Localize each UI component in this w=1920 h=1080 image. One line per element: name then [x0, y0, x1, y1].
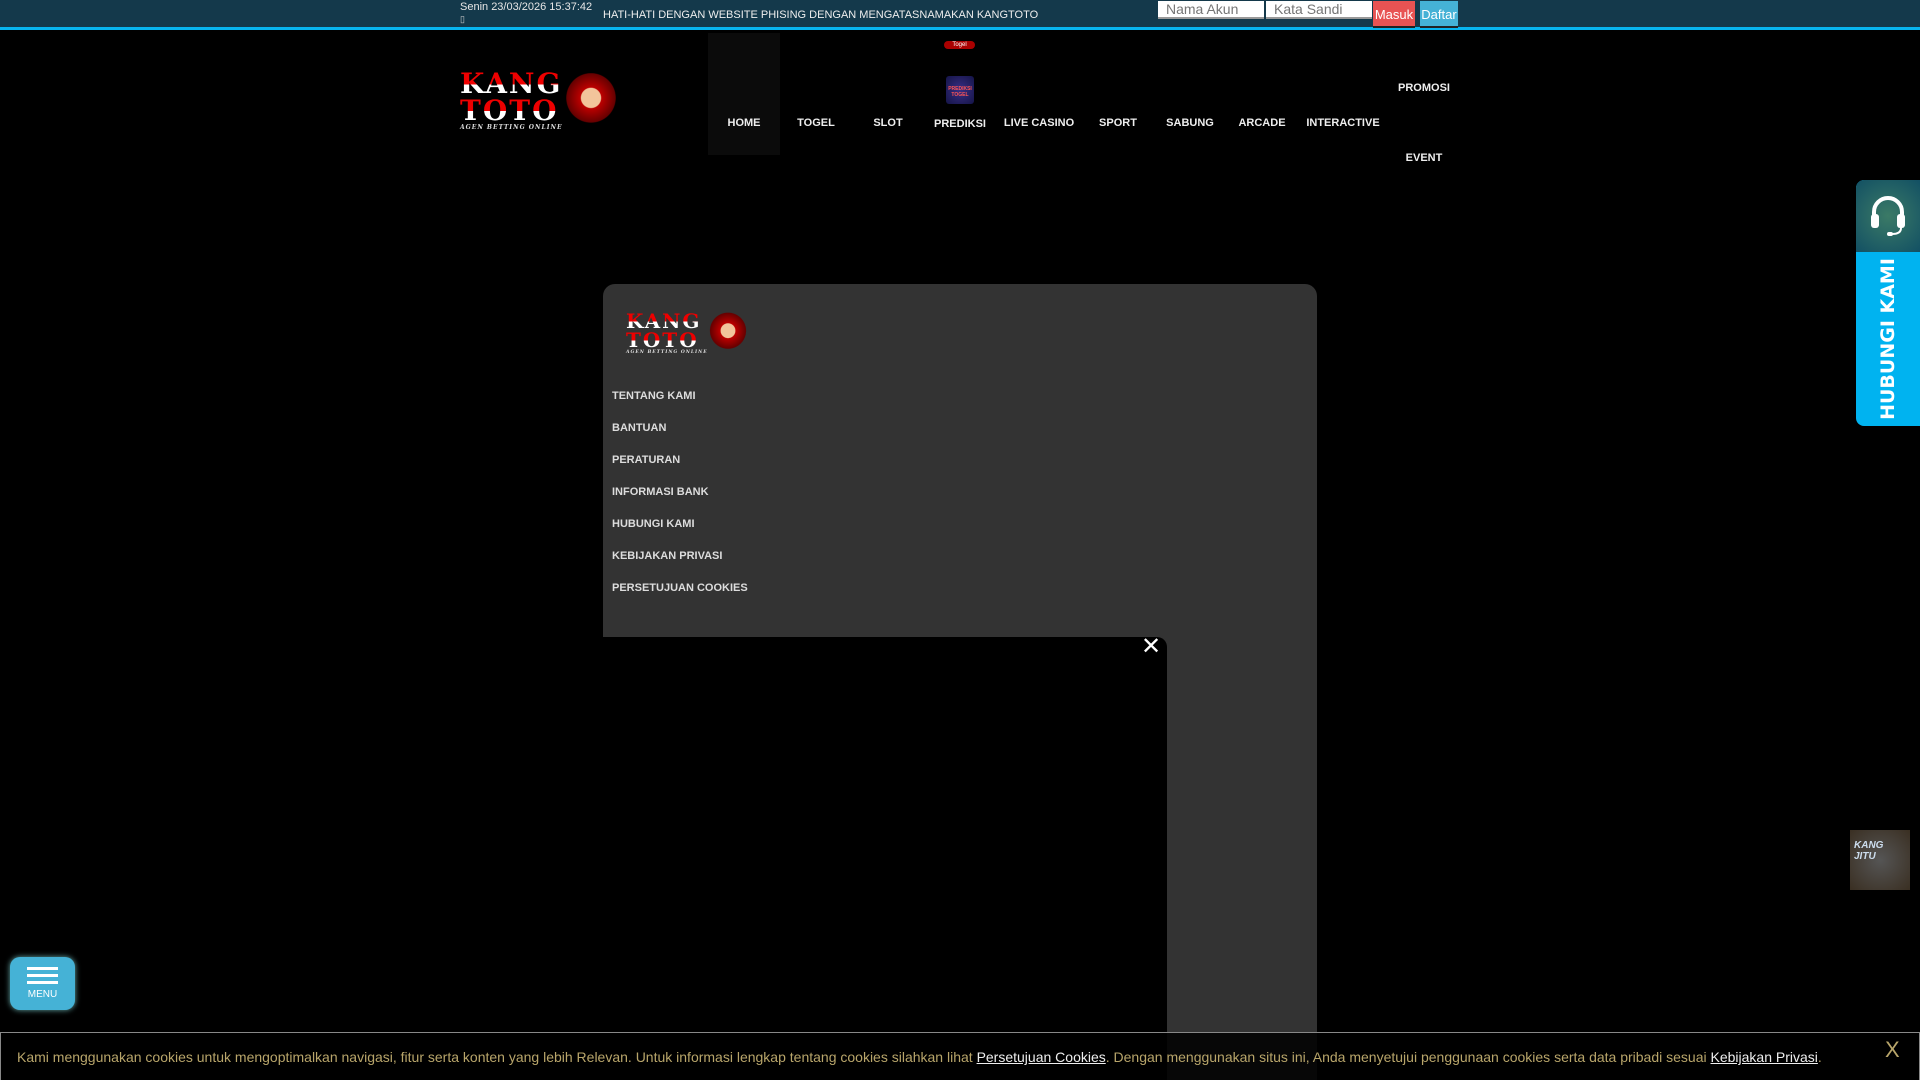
- cookie-close-icon[interactable]: X: [1885, 1037, 1900, 1063]
- nav-sabung[interactable]: SABUNG: [1166, 117, 1214, 129]
- video-popup: [603, 637, 1167, 1080]
- nav-prediksi[interactable]: PREDIKSI: [934, 118, 986, 130]
- phishing-warning: HATI-HATI DENGAN WEBSITE PHISING DENGAN …: [603, 9, 1039, 21]
- logo-line2: TOTO: [460, 96, 563, 125]
- menu-button[interactable]: MENU: [10, 957, 75, 1010]
- privacy-policy-link[interactable]: Kebijakan Privasi: [1711, 1049, 1818, 1065]
- panel-logo[interactable]: KANG TOTO AGEN BETTING ONLINE: [626, 310, 748, 356]
- datetime: Senin 23/03/2026 15:37:42: [460, 1, 593, 13]
- login-button[interactable]: Masuk: [1373, 1, 1415, 28]
- cookie-banner: Kami menggunakan cookies untuk mengoptim…: [0, 1032, 1920, 1080]
- menu-persetujuan-cookies[interactable]: PERSETUJUAN COOKIES: [612, 582, 748, 594]
- kang-jitu-banner[interactable]: KANG JITU: [1850, 830, 1910, 890]
- video-close-icon[interactable]: ✕: [1141, 632, 1161, 661]
- menu-bantuan[interactable]: BANTUAN: [612, 422, 666, 434]
- menu-kebijakan-privasi[interactable]: KEBIJAKAN PRIVASI: [612, 550, 722, 562]
- top-bar: Senin 23/03/2026 15:37:42 ▯ HATI-HATI DE…: [0, 0, 1920, 30]
- site-logo[interactable]: KANG TOTO AGEN BETTING ONLINE: [460, 70, 619, 132]
- cookie-consent-link[interactable]: Persetujuan Cookies: [977, 1049, 1106, 1065]
- nav-slot[interactable]: SLOT: [873, 117, 902, 129]
- nav-home[interactable]: HOME: [728, 117, 761, 129]
- register-button[interactable]: Daftar: [1420, 1, 1458, 28]
- togel-badge: Togel: [944, 41, 975, 49]
- nav-live-casino[interactable]: LIVE CASINO: [1004, 117, 1074, 129]
- nav-interactive[interactable]: INTERACTIVE: [1306, 117, 1379, 129]
- password-input[interactable]: [1266, 1, 1372, 19]
- panel-logo-tagline: AGEN BETTING ONLINE: [626, 349, 708, 355]
- menu-peraturan[interactable]: PERATURAN: [612, 454, 680, 466]
- nav-togel[interactable]: TOGEL: [797, 117, 835, 129]
- menu-informasi-bank[interactable]: INFORMASI BANK: [612, 486, 709, 498]
- username-input[interactable]: [1158, 1, 1264, 19]
- contact-us-label: HUBUNGI KAMI: [1877, 258, 1900, 420]
- contact-us-tab[interactable]: HUBUNGI KAMI: [1856, 180, 1920, 426]
- menu-label: MENU: [27, 989, 58, 1000]
- nav-event[interactable]: EVENT: [1406, 152, 1443, 164]
- nav-sport[interactable]: SPORT: [1099, 117, 1137, 129]
- logo-tagline: AGEN BETTING ONLINE: [460, 124, 563, 132]
- nav-promosi[interactable]: PROMOSI: [1398, 82, 1450, 94]
- cookie-text: Kami menggunakan cookies untuk mengoptim…: [17, 1049, 1822, 1065]
- mascot-icon: [562, 70, 619, 132]
- panel-logo-line2: TOTO: [626, 330, 708, 350]
- headset-icon: [1856, 180, 1920, 252]
- prediksi-icon: PREDIKSI TOGEL: [946, 76, 974, 104]
- nav-hover-bg: [708, 33, 780, 155]
- menu-tentang-kami[interactable]: TENTANG KAMI: [612, 390, 696, 402]
- panel-mascot-icon: [707, 310, 748, 356]
- nav-arcade[interactable]: ARCADE: [1238, 117, 1285, 129]
- small-icon: ▯: [460, 14, 465, 24]
- hamburger-icon: [27, 967, 58, 970]
- menu-hubungi-kami[interactable]: HUBUNGI KAMI: [612, 518, 695, 530]
